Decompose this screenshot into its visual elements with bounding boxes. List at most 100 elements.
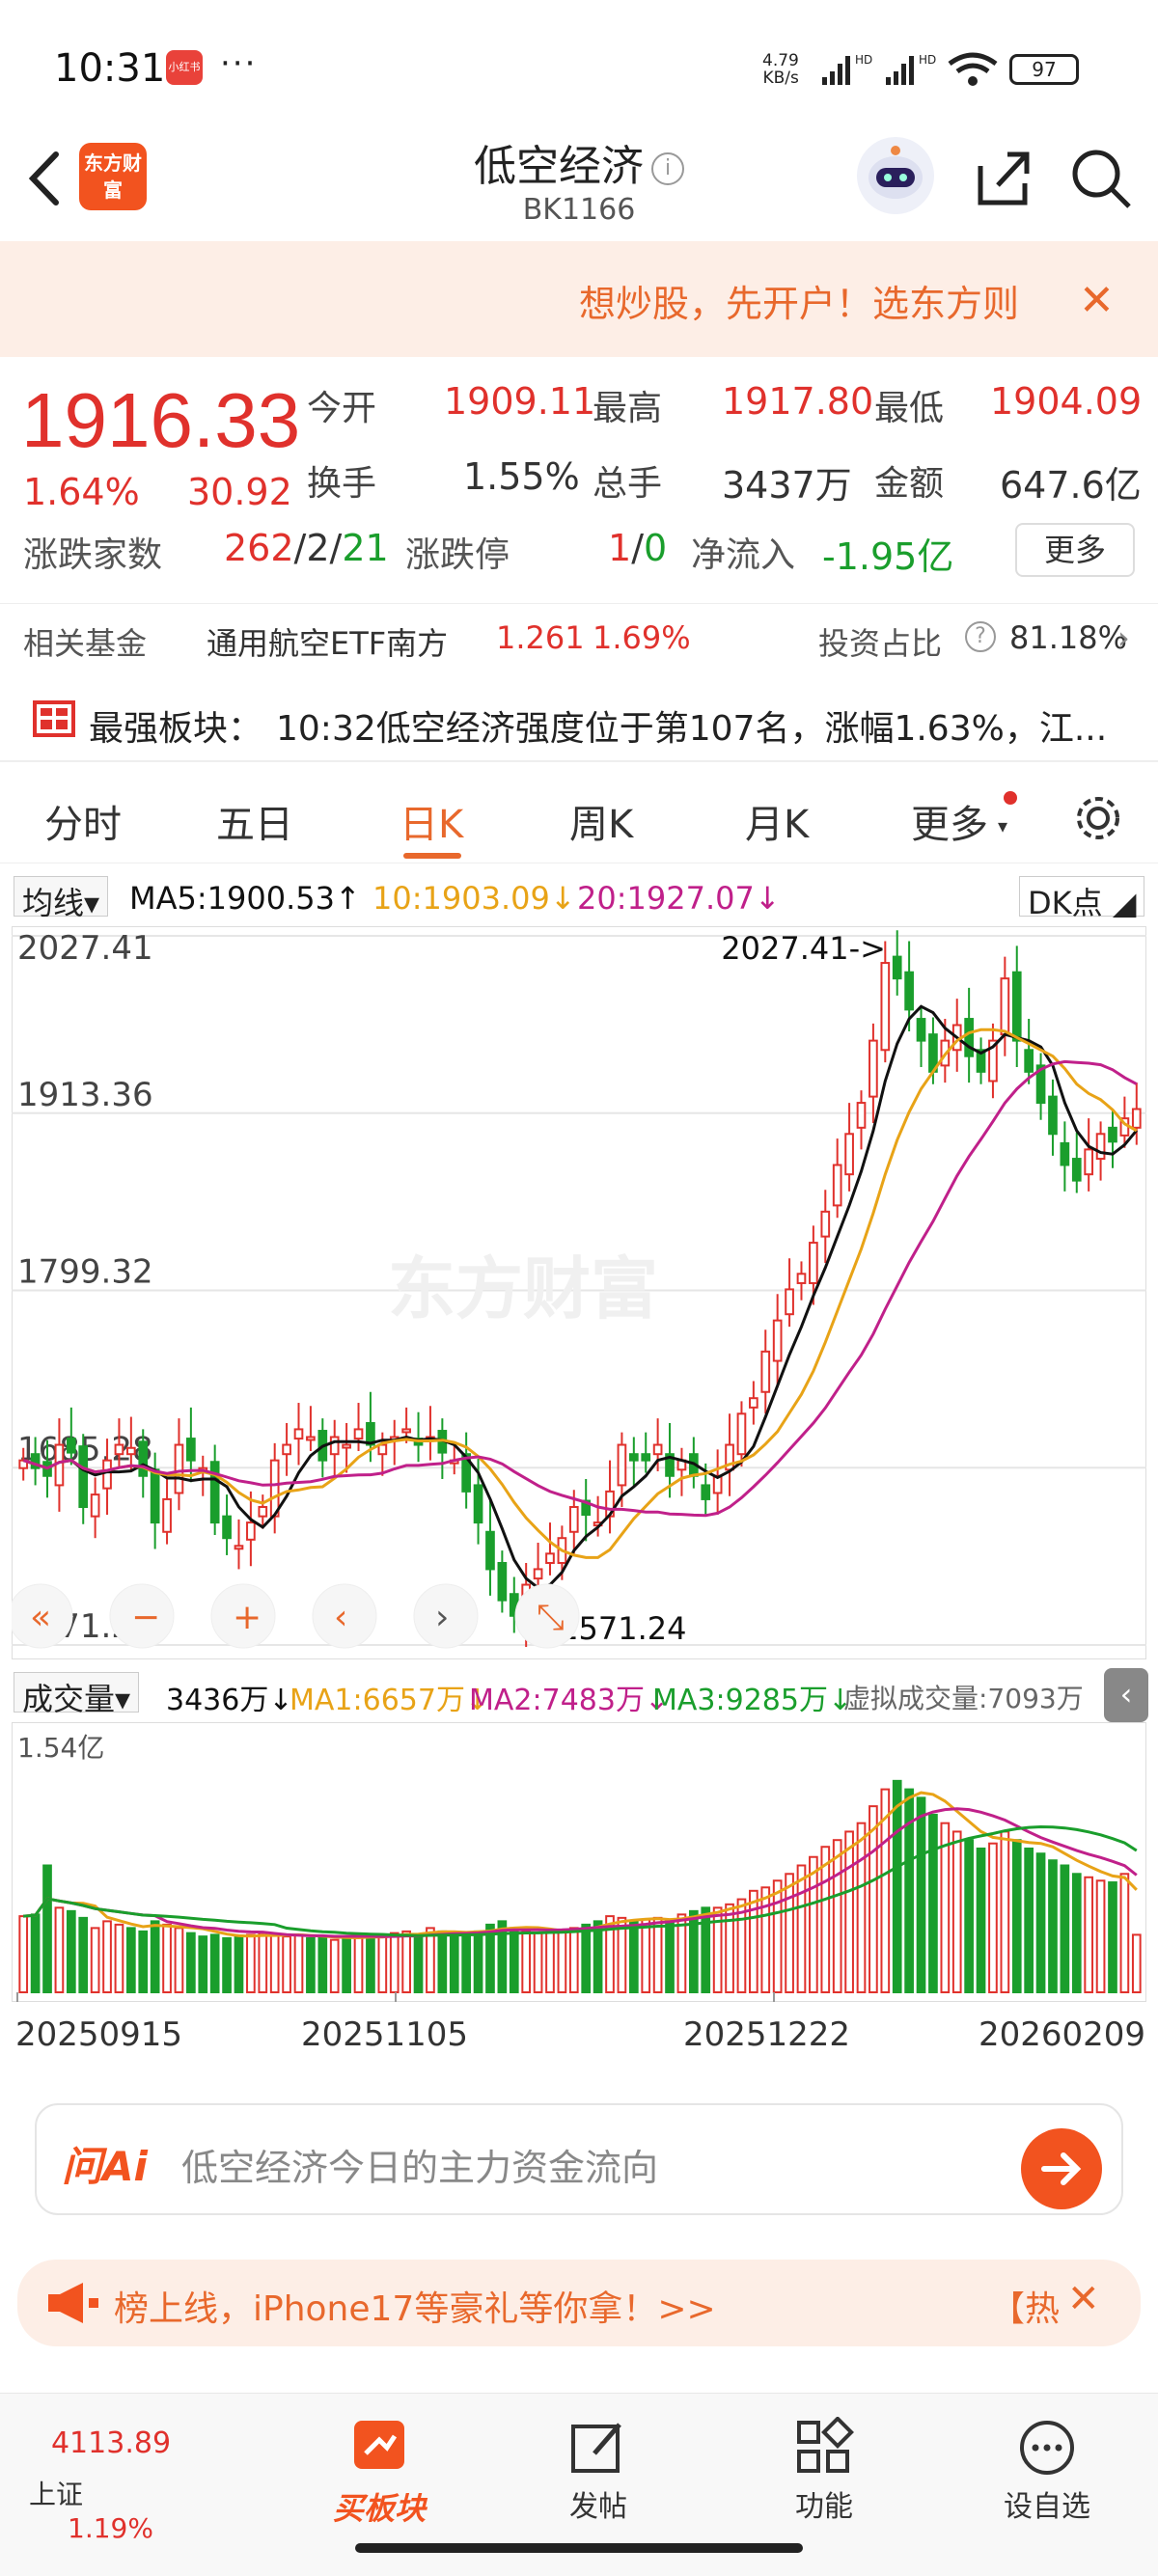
volume-bar [269,1933,280,1994]
candle [1024,1049,1034,1073]
close-icon[interactable]: ✕ [1067,2277,1100,2321]
related-fund-row[interactable]: 相关基金 通用航空ETF南方 1.261 1.69% 投资占比 ? 81.18%… [0,603,1158,671]
index-ticker[interactable]: 4113.89 上证1.19% [29,2426,193,2544]
tab-monthly-k[interactable]: 月K [745,793,809,849]
volume-bar [832,1839,842,1993]
volume-bar [928,1813,938,1993]
notice-tag: 【热 [990,2289,1061,2329]
fund-name[interactable]: 通用航空ETF南方 [207,619,448,664]
tab-more[interactable]: 更多 [911,793,988,849]
candle [652,1443,663,1456]
candle [856,1102,867,1129]
tab-five-day[interactable]: 五日 [216,793,293,849]
candle [114,1443,124,1456]
status-time: 10:31 [54,46,166,91]
kline-chart[interactable]: 2027.411913.361799.321685.281571.24东方财富2… [12,926,1146,1659]
candle [138,1440,149,1477]
fund-label: 相关基金 [23,625,148,662]
date-tick: 20251105 [301,2015,469,2054]
strongest-text: 10:32低空经济强度位于第107名，涨幅1.63%，江... [276,709,1108,749]
volume-bar [509,1927,519,1993]
promo-banner[interactable]: 想炒股，先开户！选东方则 ✕ [0,241,1158,357]
candle [820,1210,831,1238]
nav-buy-block[interactable]: 买板块 [307,2413,452,2529]
candle [568,1505,579,1533]
candle [760,1350,771,1393]
volume-bar [785,1873,794,1993]
notification-app-icon: 小红书 [166,50,203,85]
volume-bar [568,1927,579,1993]
collapse-panel-button[interactable]: ‹ [1104,1668,1148,1722]
ask-ai-input[interactable]: 问Ai 低空经济今日的主力资金流向 [35,2103,1123,2215]
volume-bar [329,1938,340,1994]
volume-bar [389,1932,400,1994]
volume-bar [988,1842,998,1994]
volume-bar [976,1847,986,1993]
volume-bar [209,1933,220,1994]
volume-bar [820,1846,831,1993]
tab-intraday[interactable]: 分时 [44,793,122,849]
tab-weekly-k[interactable]: 周K [569,793,633,849]
ai-logo: 问Ai [62,2143,148,2190]
strongest-label: 最强板块： [89,709,263,749]
vol-ma3: MA3:9285万↓ [652,1684,853,1717]
close-icon[interactable]: ✕ [1079,276,1115,325]
volume-selector[interactable]: 成交量▾ [14,1672,140,1717]
volume-bar [198,1935,208,1993]
dk-point-button[interactable]: DK点 ◢ [1019,876,1145,921]
info-icon[interactable]: i [651,152,684,185]
open-value: 1909.11 [444,380,596,423]
nav-functions[interactable]: 功能 [776,2416,872,2525]
volume-bar [150,1920,160,1993]
candle [796,1273,807,1284]
tab-daily-k[interactable]: 日K [400,793,463,849]
candle [246,1521,256,1541]
candle [545,1552,555,1564]
indicator-selector[interactable]: 均线▾ [14,876,109,921]
volume-bar [772,1879,783,1994]
volume-bar [30,1913,41,1993]
notice-banner[interactable]: 榜上线，iPhone17等豪礼等你拿！>> 【热 ✕ [17,2260,1141,2346]
candle [401,1428,411,1434]
vol-ma1: MA1:6657万↓ [290,1684,490,1717]
search-icon[interactable] [1067,145,1135,212]
volume-bar [461,1933,472,1994]
nav-post[interactable]: 发帖 [550,2417,647,2525]
help-icon[interactable]: ? [965,621,996,652]
y-tick-label: 1799.32 [17,1253,153,1292]
caret-down-icon: ▾ [998,814,1008,837]
amount-value: 647.6亿 [1000,464,1142,507]
home-indicator [355,2543,803,2553]
candle [1000,977,1010,1036]
zoom-in-icon-glyph: + [233,1598,262,1637]
ai-question[interactable]: 低空经济今日的主力资金流向 [181,2138,658,2191]
candle [306,1436,316,1441]
more-button[interactable]: 更多 [1015,523,1135,577]
volume-bar [868,1805,878,1994]
nav-set-watchlist[interactable]: 设自选 [994,2417,1100,2525]
battery-icon: 97 [1009,54,1079,85]
volume-bar [1035,1852,1046,1993]
volume-bar [54,1906,65,1993]
notice-text[interactable]: 榜上线，iPhone17等豪礼等你拿！>> [114,2281,716,2331]
netflow-value: -1.95亿 [822,535,954,578]
volume-current: 3436万↓ [166,1684,293,1717]
volume-bar [760,1886,771,1994]
volume-bar [342,1936,351,1993]
breadth-label: 涨跌家数 [23,535,163,575]
share-icon[interactable] [969,145,1036,212]
candle [1084,1148,1094,1176]
candle [772,1319,783,1362]
gear-icon[interactable] [1069,789,1127,847]
volume-bar [90,1927,100,1993]
prev-icon-glyph: ‹ [334,1598,347,1637]
promo-text[interactable]: 想炒股，先开户！选东方则 [579,274,1019,327]
strongest-sector-row[interactable]: 最强板块： 10:32低空经济强度位于第107名，涨幅1.63%，江... [0,685,1158,762]
change-percent: 1.64% [23,471,140,513]
watermark: 东方财富 [388,1249,658,1329]
send-button[interactable] [1021,2128,1102,2209]
chevron-right-icon[interactable]: › [1117,619,1130,656]
volume-bar [1084,1876,1094,1993]
assistant-avatar[interactable] [857,137,934,214]
volume-bar [796,1864,807,1993]
